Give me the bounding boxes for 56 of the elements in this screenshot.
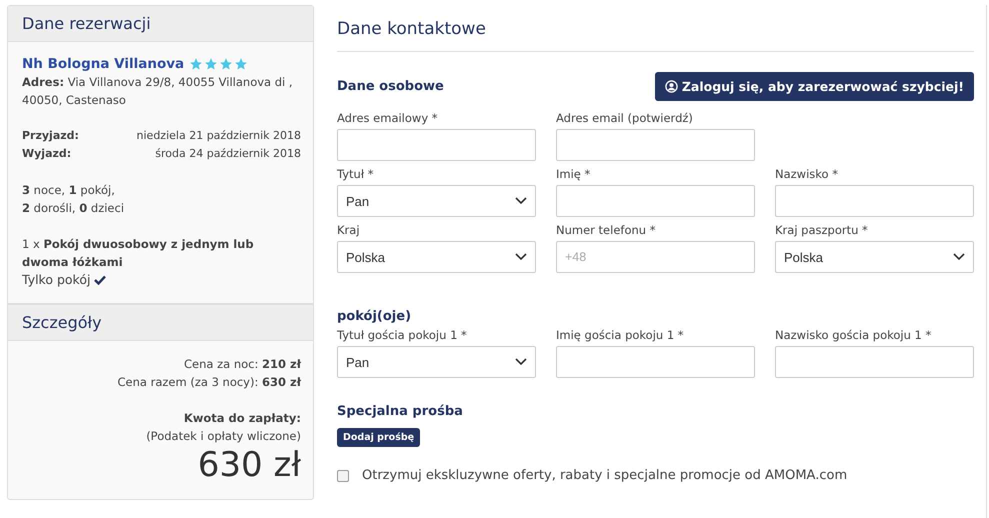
input-field[interactable] <box>556 129 755 161</box>
field-label: Kraj paszportu * <box>775 223 869 237</box>
user-icon <box>664 80 678 93</box>
date-value: środa 24 październik 2018 <box>155 146 301 162</box>
stay-summary: 3 noce, 1 pokój, <box>22 183 115 197</box>
add-request-button[interactable]: Dodaj prośbę <box>337 428 420 447</box>
select-field[interactable]: Polska <box>337 241 536 273</box>
field-label: Tytuł gościa pokoju 1 * <box>337 328 468 342</box>
field-label: Adres email (potwierdź) <box>556 111 694 125</box>
checkbox[interactable] <box>337 470 349 482</box>
panel-title: Dane rezerwacji <box>8 6 313 42</box>
hotel-address: Adres: Via Villanova 29/8, 40055 Villanova di , 40050, Castenaso <box>22 75 293 107</box>
input-field[interactable] <box>556 346 755 378</box>
tax-note: (Podatek i opłaty wliczone) <box>146 429 301 443</box>
board-type: Tylko pokój <box>22 271 90 289</box>
field-label: Kraj <box>337 223 361 237</box>
date-value: niedziela 21 październik 2018 <box>136 128 301 144</box>
input-field[interactable] <box>337 129 536 161</box>
panel-title: Szczegóły <box>8 304 313 341</box>
section-heading: pokój(oje) <box>337 309 412 324</box>
hotel-name[interactable]: Nh Bologna Villanova <box>22 55 184 73</box>
field-label: Imię gościa pokoju 1 * <box>556 328 685 342</box>
checkbox-label: Otrzymuj ekskluzywne oferty, rabaty i specjalne promocje od AMOMA.com <box>362 468 848 483</box>
field-label: Tytuł * <box>337 167 375 181</box>
field-label: Numer telefonu * <box>556 223 656 237</box>
chevron-down-icon <box>515 253 527 261</box>
input-field[interactable] <box>775 346 974 378</box>
chevron-down-icon <box>953 253 965 261</box>
select-field[interactable]: Pan <box>337 185 536 217</box>
input-field[interactable] <box>556 185 755 217</box>
chevron-down-icon <box>515 197 527 205</box>
date-label: Wyjazd: <box>22 146 72 162</box>
select-field[interactable]: Polska <box>775 241 974 273</box>
section-title: Dane kontaktowe <box>337 11 974 52</box>
field-label: Adres emailowy * <box>337 111 439 125</box>
price-line: Cena za noc: 210 zł <box>184 357 301 371</box>
stay-summary: 2 dorośli, 0 dzieci <box>22 201 124 215</box>
input-field[interactable]: +48 <box>556 241 755 273</box>
date-label: Przyjazd: <box>22 128 79 144</box>
section-heading: Dane osobowe <box>337 79 444 94</box>
field-label: Nazwisko * <box>775 167 839 181</box>
login-button[interactable]: Zaloguj się, aby zarezerwować szybciej! <box>654 72 974 101</box>
star-icon <box>219 57 234 71</box>
total-label: Kwota do zapłaty: <box>184 411 301 425</box>
section-heading: Specjalna prośba <box>337 404 463 419</box>
star-icon <box>234 57 248 71</box>
select-field[interactable]: Pan <box>337 346 536 378</box>
chevron-down-icon <box>515 358 527 366</box>
field-label: Imię * <box>556 167 592 181</box>
field-label: Nazwisko gościa pokoju 1 * <box>775 328 932 342</box>
input-field[interactable] <box>775 185 974 217</box>
room-type: 1 x Pokój dwuosobowy z jednym lub dwoma łóżkami <box>22 237 254 269</box>
star-icon <box>204 57 218 71</box>
total-price: 630 zł <box>198 445 301 485</box>
price-line: Cena razem (za 3 nocy): 630 zł <box>118 375 301 389</box>
star-icon <box>189 57 204 71</box>
